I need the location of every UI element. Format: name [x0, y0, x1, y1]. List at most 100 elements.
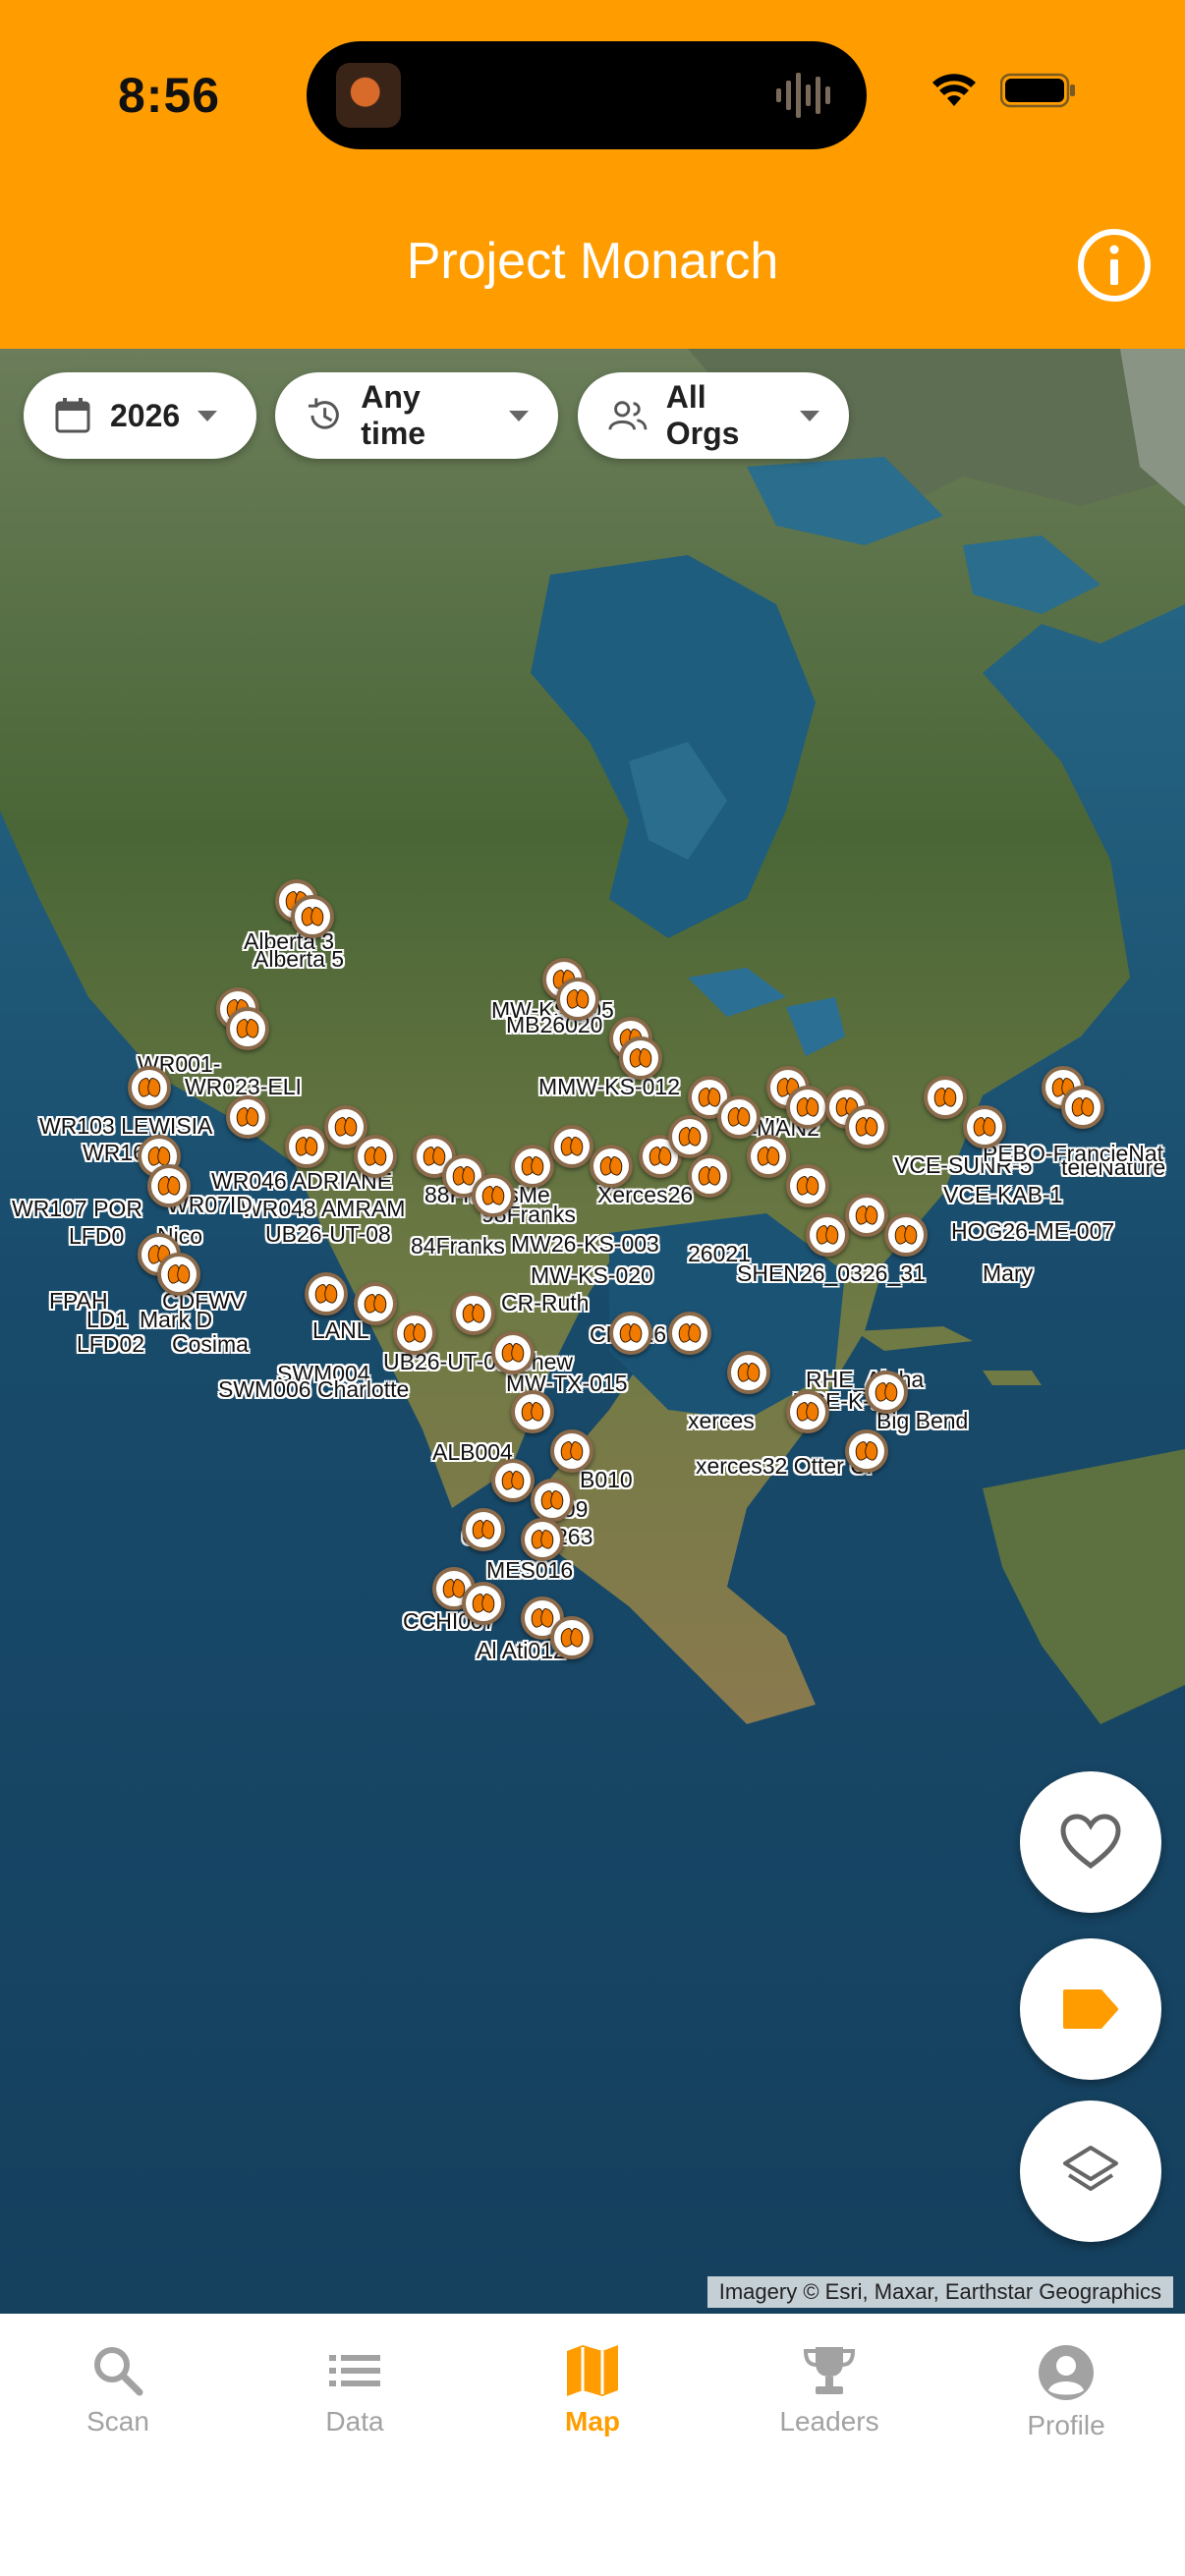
- wifi-icon: [932, 74, 976, 106]
- monarch-butterfly-icon[interactable]: [511, 1145, 554, 1188]
- monarch-butterfly-icon[interactable]: [226, 1007, 269, 1050]
- monarch-butterfly-icon[interactable]: [291, 895, 334, 938]
- nav-scan-label: Scan: [86, 2406, 149, 2436]
- marker-label[interactable]: CR-Ruth: [501, 1290, 589, 1316]
- monarch-butterfly-icon[interactable]: [590, 1145, 633, 1188]
- map-layers-button[interactable]: [1020, 2100, 1161, 2242]
- monarch-butterfly-icon[interactable]: [845, 1105, 888, 1148]
- marker-label[interactable]: xerces: [688, 1408, 755, 1434]
- map-view[interactable]: 2026 Any time All Orgs Alberta 3 Alberta …: [0, 349, 1185, 2314]
- layers-icon: [1063, 2146, 1118, 2191]
- marker-label[interactable]: WR107 POR: [12, 1196, 142, 1222]
- monarch-butterfly-icon[interactable]: [550, 1125, 593, 1168]
- nav-leaders-label: Leaders: [779, 2406, 879, 2436]
- marker-label[interactable]: Alberta 5: [254, 946, 344, 973]
- monarch-butterfly-icon[interactable]: [521, 1518, 564, 1561]
- labels-toggle-button[interactable]: [1020, 1938, 1161, 2080]
- monarch-butterfly-icon[interactable]: [491, 1331, 535, 1374]
- marker-label[interactable]: WR048 AMRAM: [241, 1196, 405, 1222]
- monarch-butterfly-icon[interactable]: [884, 1213, 928, 1257]
- monarch-butterfly-icon[interactable]: [963, 1105, 1006, 1148]
- marker-label[interactable]: PEBO-FrancieNat: [983, 1141, 1163, 1167]
- marker-label[interactable]: 84Franks: [411, 1233, 505, 1260]
- marker-label[interactable]: LANL: [312, 1317, 369, 1344]
- bottom-navigation: Scan Data Map Leaders Profile: [0, 2314, 1185, 2576]
- status-time: 8:56: [118, 68, 221, 123]
- now-playing-artwork: [336, 63, 401, 128]
- monarch-butterfly-icon[interactable]: [609, 1312, 652, 1355]
- marker-label[interactable]: LFD02: [77, 1331, 144, 1358]
- monarch-butterfly-icon[interactable]: [556, 978, 599, 1021]
- monarch-butterfly-icon[interactable]: [806, 1213, 849, 1257]
- marker-label[interactable]: SHEN26_0326_31: [737, 1260, 926, 1287]
- marker-label[interactable]: WR103 LEWISIA: [39, 1113, 212, 1140]
- monarch-butterfly-icon[interactable]: [472, 1174, 515, 1217]
- monarch-butterfly-icon[interactable]: [354, 1135, 397, 1178]
- status-icons: [931, 69, 1077, 112]
- page-title: Project Monarch: [406, 233, 779, 290]
- marker-label[interactable]: 26021: [688, 1241, 751, 1267]
- monarch-butterfly-icon[interactable]: [226, 1095, 269, 1139]
- info-icon[interactable]: [1075, 226, 1154, 305]
- monarch-butterfly-icon[interactable]: [668, 1312, 711, 1355]
- monarch-butterfly-icon[interactable]: [924, 1076, 967, 1119]
- monarch-butterfly-icon[interactable]: [786, 1164, 829, 1207]
- marker-label[interactable]: HOG26-ME-007: [951, 1218, 1114, 1245]
- monarch-butterfly-icon[interactable]: [688, 1154, 731, 1198]
- nav-profile[interactable]: Profile: [968, 2343, 1164, 2441]
- monarch-butterfly-icon[interactable]: [668, 1115, 711, 1158]
- monarch-butterfly-icon[interactable]: [619, 1036, 662, 1080]
- nav-scan[interactable]: Scan: [20, 2343, 216, 2437]
- marker-label[interactable]: SWM006 Charlotte: [218, 1376, 409, 1403]
- monarch-butterfly-icon[interactable]: [550, 1616, 593, 1659]
- monarch-butterfly-icon[interactable]: [157, 1253, 200, 1296]
- monarch-butterfly-icon[interactable]: [786, 1086, 829, 1129]
- nav-profile-label: Profile: [1027, 2410, 1105, 2440]
- marker-label[interactable]: UB26-UT-08: [265, 1221, 391, 1248]
- monarch-butterfly-icon[interactable]: [865, 1371, 908, 1414]
- monarch-butterfly-icon[interactable]: [305, 1272, 348, 1316]
- monarch-butterfly-icon[interactable]: [1061, 1086, 1104, 1129]
- monarch-butterfly-icon[interactable]: [285, 1125, 328, 1168]
- dynamic-island: [307, 41, 867, 149]
- tag-icon: [1063, 1989, 1118, 2029]
- monarch-butterfly-icon[interactable]: [393, 1312, 436, 1355]
- account-icon: [1039, 2345, 1094, 2400]
- monarch-butterfly-icon[interactable]: [354, 1282, 397, 1325]
- monarch-butterfly-icon[interactable]: [147, 1164, 191, 1207]
- nav-data[interactable]: Data: [256, 2343, 453, 2437]
- nav-leaders[interactable]: Leaders: [731, 2343, 928, 2437]
- favorites-button[interactable]: [1020, 1771, 1161, 1913]
- monarch-butterfly-icon[interactable]: [845, 1194, 888, 1237]
- monarch-butterfly-icon[interactable]: [491, 1459, 535, 1502]
- monarch-butterfly-icon[interactable]: [128, 1066, 171, 1109]
- monarch-butterfly-icon[interactable]: [727, 1351, 770, 1394]
- marker-label[interactable]: Mark D: [140, 1307, 212, 1333]
- nav-map[interactable]: Map: [494, 2343, 691, 2437]
- marker-label[interactable]: Cosima: [172, 1331, 249, 1358]
- monarch-butterfly-icon[interactable]: [511, 1390, 554, 1433]
- marker-label[interactable]: MW-KS-020: [531, 1262, 653, 1289]
- monarch-butterfly-icon[interactable]: [452, 1292, 495, 1335]
- marker-label[interactable]: MMW-KS-012: [538, 1074, 680, 1100]
- marker-label[interactable]: Mary: [983, 1260, 1033, 1287]
- marker-label[interactable]: LFD0: [69, 1223, 124, 1250]
- monarch-butterfly-icon[interactable]: [531, 1479, 574, 1522]
- monarch-butterfly-icon[interactable]: [462, 1582, 505, 1625]
- audio-waveform-icon: [776, 73, 830, 118]
- monarch-butterfly-icon[interactable]: [550, 1429, 593, 1473]
- marker-label[interactable]: VCE-KAB-1: [943, 1182, 1062, 1208]
- monarch-butterfly-icon[interactable]: [747, 1135, 790, 1178]
- marker-label[interactable]: MW26-KS-003: [511, 1231, 659, 1258]
- nav-data-label: Data: [325, 2406, 384, 2436]
- monarch-butterfly-icon[interactable]: [845, 1429, 888, 1473]
- marker-label[interactable]: LD1: [86, 1307, 128, 1333]
- monarch-butterfly-icon[interactable]: [786, 1390, 829, 1433]
- heart-icon: [1060, 1814, 1121, 1870]
- marker-label[interactable]: B010: [580, 1467, 633, 1493]
- app-header: 8:56 Project Monarch: [0, 0, 1185, 349]
- search-icon: [94, 2347, 143, 2396]
- monarch-butterfly-icon[interactable]: [717, 1095, 761, 1139]
- monarch-butterfly-icon[interactable]: [462, 1508, 505, 1551]
- marker-label[interactable]: MES016: [486, 1557, 573, 1584]
